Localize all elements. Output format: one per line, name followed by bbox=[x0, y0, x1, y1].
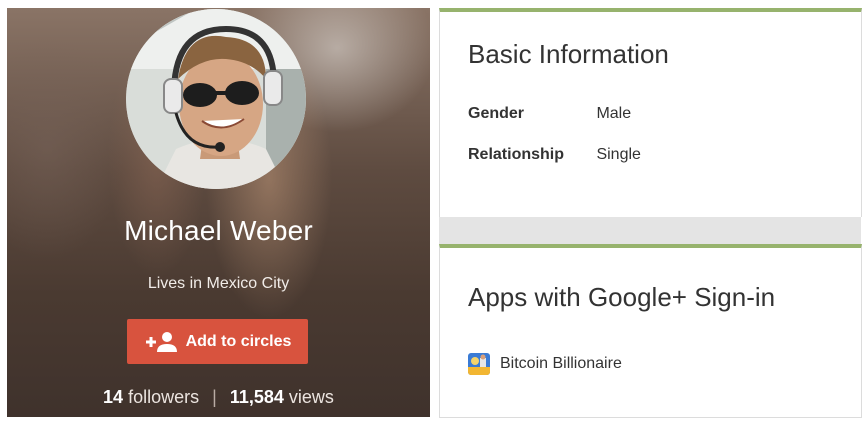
app-name: Bitcoin Billionaire bbox=[500, 355, 622, 372]
profile-stats: 14 followers | 11,584 views bbox=[7, 387, 430, 408]
gender-value: Male bbox=[596, 105, 632, 122]
bitcoin-billionaire-app-icon bbox=[468, 353, 490, 375]
views-label: views bbox=[288, 387, 334, 407]
profile-name: Michael Weber bbox=[124, 215, 313, 246]
add-person-icon bbox=[145, 331, 177, 352]
app-item-bitcoin-billionaire[interactable]: Bitcoin Billionaire bbox=[468, 353, 622, 375]
apps-card: Apps with Google+ Sign-in Bitcoin Billio… bbox=[439, 244, 862, 418]
add-to-circles-label: Add to circles bbox=[185, 332, 292, 350]
profile-location: Lives in Mexico City bbox=[147, 275, 290, 292]
basic-information-card: Basic Information Gender Male Relationsh… bbox=[439, 8, 862, 217]
views-count: 11,584 bbox=[229, 387, 284, 407]
relationship-value: Single bbox=[596, 146, 641, 163]
stats-separator: | bbox=[212, 387, 217, 407]
about-column: Basic Information Gender Male Relationsh… bbox=[439, 8, 862, 418]
info-row-gender: Gender Male bbox=[468, 105, 631, 123]
profile-avatar[interactable] bbox=[126, 9, 306, 189]
info-row-relationship: Relationship Single bbox=[468, 146, 641, 164]
add-to-circles-button[interactable]: Add to circles bbox=[127, 319, 308, 364]
gender-label: Gender bbox=[468, 105, 525, 122]
followers-label[interactable]: followers bbox=[128, 387, 199, 407]
basic-information-title: Basic Information bbox=[468, 39, 669, 69]
apps-title: Apps with Google+ Sign-in bbox=[468, 282, 776, 312]
profile-card: Michael Weber Lives in Mexico City Add t… bbox=[7, 8, 430, 417]
followers-count: 14 bbox=[103, 387, 124, 407]
relationship-label: Relationship bbox=[468, 146, 565, 163]
